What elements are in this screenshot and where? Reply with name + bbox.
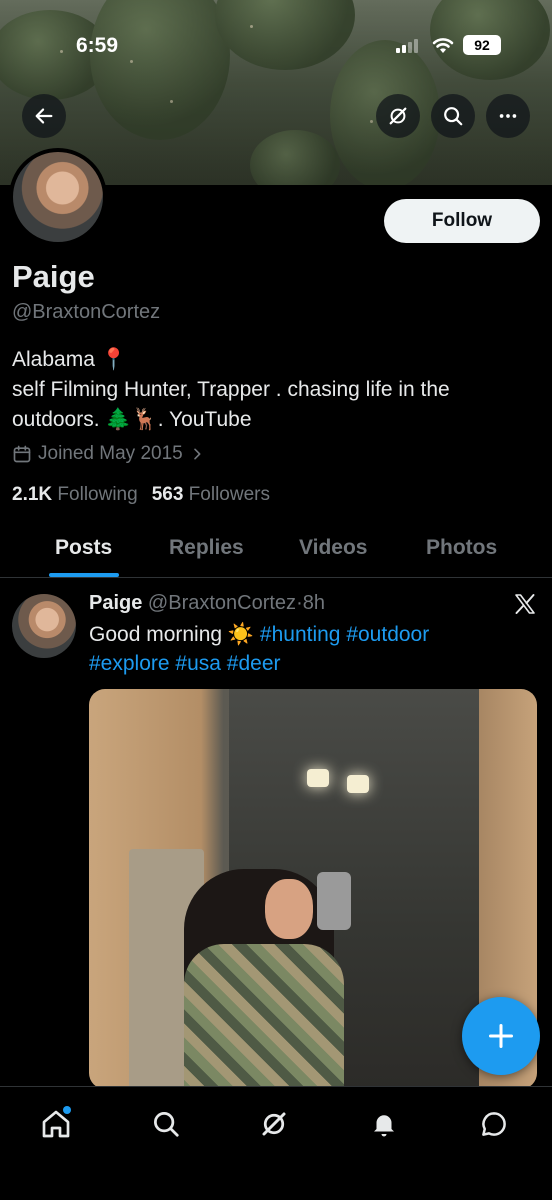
following-link[interactable]: 2.1K Following xyxy=(12,484,138,506)
status-time: 6:59 xyxy=(76,34,119,57)
post-separator: · xyxy=(296,592,303,614)
x-logo-icon[interactable] xyxy=(513,592,537,616)
post-author-handle[interactable]: @BraxtonCortez xyxy=(148,592,296,614)
post-time[interactable]: 8h xyxy=(303,592,325,614)
following-count: 2.1K xyxy=(12,484,53,505)
more-button[interactable] xyxy=(486,94,530,138)
bell-icon xyxy=(374,1115,394,1137)
hashtag-link[interactable]: #hunting xyxy=(260,623,341,646)
following-label: Following xyxy=(57,484,138,505)
followers-count: 563 xyxy=(151,484,184,505)
bio-youtube-link[interactable]: YouTube xyxy=(169,408,252,431)
tab-posts[interactable]: Posts xyxy=(55,536,112,560)
more-icon xyxy=(499,114,517,118)
hashtag-link[interactable]: #usa xyxy=(175,652,221,675)
nav-home[interactable] xyxy=(36,1104,76,1144)
compose-button[interactable] xyxy=(462,997,540,1075)
post-header: Paige @BraxtonCortez·8h xyxy=(89,592,325,615)
search-button[interactable] xyxy=(431,94,475,138)
message-icon xyxy=(482,1112,506,1136)
bio-line: outdoors. 🌲🦌. YouTube xyxy=(12,405,532,435)
bio-text: outdoors. 🌲🦌. xyxy=(12,408,169,431)
profile-name: Paige xyxy=(12,259,95,294)
profile-tabs: Posts Replies Videos Photos xyxy=(0,530,552,578)
followers-label: Followers xyxy=(188,484,270,505)
hashtag-link[interactable]: #deer xyxy=(227,652,281,675)
search-icon xyxy=(154,1112,179,1137)
nav-explore[interactable] xyxy=(146,1104,186,1144)
grok-button[interactable] xyxy=(376,94,420,138)
hashtag-link[interactable]: #outdoor xyxy=(346,623,429,646)
post-author-name[interactable]: Paige xyxy=(89,592,142,614)
arrow-left-icon xyxy=(35,108,53,124)
bio-line: self Filming Hunter, Trapper . chasing l… xyxy=(12,378,450,401)
active-tab-indicator xyxy=(49,573,119,577)
back-button[interactable] xyxy=(22,94,66,138)
profile-bio: Alabama 📍 self Filming Hunter, Trapper .… xyxy=(12,345,532,435)
joined-date[interactable]: Joined May 2015 xyxy=(12,443,205,465)
profile-stats: 2.1K Following 563 Followers xyxy=(12,484,270,506)
tab-photos[interactable]: Photos xyxy=(426,536,497,560)
nav-messages[interactable] xyxy=(474,1104,514,1144)
follow-button[interactable]: Follow xyxy=(384,199,540,243)
post-text: Good morning ☀️ #hunting #outdoor #explo… xyxy=(89,620,509,678)
bottom-nav xyxy=(0,1086,552,1200)
bio-line: Alabama 📍 xyxy=(12,348,127,371)
post-author-avatar[interactable] xyxy=(12,594,76,658)
nav-notifications[interactable] xyxy=(364,1104,404,1144)
notification-dot xyxy=(63,1106,71,1114)
wifi-icon xyxy=(431,35,455,60)
profile-avatar[interactable] xyxy=(9,148,107,246)
hashtag-link[interactable]: #explore xyxy=(89,652,170,675)
search-icon xyxy=(444,107,463,126)
chevron-right-icon xyxy=(193,448,201,460)
grok-icon xyxy=(262,1112,286,1136)
grok-icon xyxy=(389,107,407,125)
joined-label: Joined May 2015 xyxy=(38,443,183,464)
nav-grok[interactable] xyxy=(254,1104,294,1144)
calendar-icon xyxy=(13,445,31,463)
signal-icon xyxy=(396,39,418,53)
profile-handle: @BraxtonCortez xyxy=(12,301,161,323)
followers-link[interactable]: 563 Followers xyxy=(152,484,270,506)
battery-indicator: 92 xyxy=(463,35,501,55)
post-body: Good morning ☀️ xyxy=(89,623,260,646)
status-bar: 6:59 92 xyxy=(0,30,552,64)
tab-videos[interactable]: Videos xyxy=(299,536,367,560)
plus-icon xyxy=(488,1023,514,1049)
tab-replies[interactable]: Replies xyxy=(169,536,244,560)
